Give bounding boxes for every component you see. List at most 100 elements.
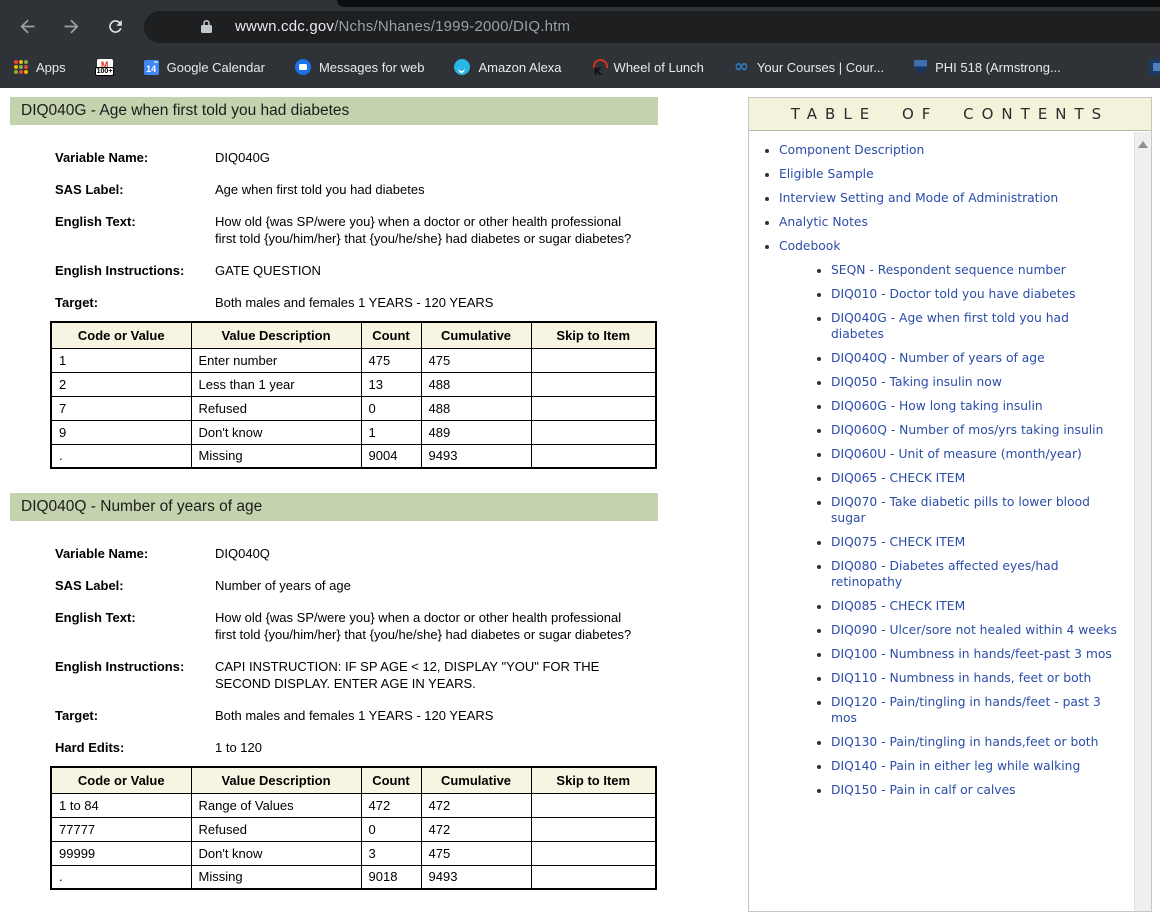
url-bar[interactable]: wwwn.cdc.gov/Nchs/Nhanes/1999-2000/DIQ.h… [144, 11, 1160, 43]
section-header-diq040q: DIQ040Q - Number of years of age [10, 493, 658, 521]
variable-details-diq040g: Variable Name:DIQ040G SAS Label:Age when… [55, 149, 658, 311]
toc-link-analytic-notes[interactable]: Analytic Notes [779, 215, 868, 229]
table-row: 1 to 84 Range of Values 472 472 [51, 793, 656, 817]
back-button[interactable] [10, 10, 44, 44]
cell-count: 9018 [361, 865, 421, 889]
toc-link-diq065[interactable]: DIQ065 - CHECK ITEM [831, 471, 965, 485]
field-value: Both males and females 1 YEARS - 120 YEA… [215, 294, 645, 311]
toc-link-diq110[interactable]: DIQ110 - Numbness in hands, feet or both [831, 671, 1091, 685]
variable-details-diq040q: Variable Name:DIQ040Q SAS Label:Number o… [55, 545, 658, 756]
toc-item: Interview Setting and Mode of Administra… [779, 190, 1121, 206]
toc-link-diq100[interactable]: DIQ100 - Numbness in hands/feet-past 3 m… [831, 647, 1112, 661]
table-row: 99999 Don't know 3 475 [51, 841, 656, 865]
toc-link-diq120[interactable]: DIQ120 - Pain/tingling in hands/feet - p… [831, 695, 1101, 725]
toc-link-diq080[interactable]: DIQ080 - Diabetes affected eyes/had reti… [831, 559, 1059, 589]
table-header-row: Code or Value Value Description Count Cu… [51, 322, 656, 348]
toc-scrollbar[interactable] [1134, 132, 1151, 911]
bookmark-courses-label: Your Courses | Cour... [757, 60, 884, 75]
browser-chrome: wwwn.cdc.gov/Nchs/Nhanes/1999-2000/DIQ.h… [0, 0, 1160, 88]
forward-button[interactable] [54, 10, 88, 44]
field-label: English Instructions: [55, 262, 215, 279]
url-text: wwwn.cdc.gov/Nchs/Nhanes/1999-2000/DIQ.h… [235, 18, 570, 35]
toc-link-diq060u[interactable]: DIQ060U - Unit of measure (month/year) [831, 447, 1082, 461]
cell-count: 0 [361, 396, 421, 420]
toc-link-eligible-sample[interactable]: Eligible Sample [779, 167, 874, 181]
toc-link-diq130[interactable]: DIQ130 - Pain/tingling in hands,feet or … [831, 735, 1098, 749]
toc-sub-item: DIQ085 - CHECK ITEM [831, 598, 1121, 614]
table-row: . Missing 9004 9493 [51, 444, 656, 468]
toc-link-component-description[interactable]: Component Description [779, 143, 924, 157]
partial-favicon[interactable] [1149, 59, 1160, 75]
cell-count: 13 [361, 372, 421, 396]
cell-count: 472 [361, 793, 421, 817]
cell-cumulative: 475 [421, 841, 531, 865]
toc-link-diq070[interactable]: DIQ070 - Take diabetic pills to lower bl… [831, 495, 1090, 525]
bookmark-apps[interactable]: Apps [14, 60, 66, 75]
field-value: 1 to 120 [215, 739, 645, 756]
cell-description: Range of Values [191, 793, 361, 817]
column-header: Value Description [191, 767, 361, 793]
bookmark-your-courses[interactable]: ∞ Your Courses | Cour... [734, 60, 884, 75]
toc-link-diq050[interactable]: DIQ050 - Taking insulin now [831, 375, 1002, 389]
toc-sub-item: DIQ140 - Pain in either leg while walkin… [831, 758, 1121, 774]
toc-link-diq085[interactable]: DIQ085 - CHECK ITEM [831, 599, 965, 613]
toc-item: Analytic Notes [779, 214, 1121, 230]
toc-link-diq060q[interactable]: DIQ060Q - Number of mos/yrs taking insul… [831, 423, 1103, 437]
field-label: Variable Name: [55, 149, 215, 166]
toc-sub-item: DIQ150 - Pain in calf or calves [831, 782, 1121, 798]
cell-cumulative: 488 [421, 396, 531, 420]
toc-sub-item: DIQ060Q - Number of mos/yrs taking insul… [831, 422, 1121, 438]
toc-item: Eligible Sample [779, 166, 1121, 182]
column-header: Skip to Item [531, 322, 656, 348]
toc-link-diq040q[interactable]: DIQ040Q - Number of years of age [831, 351, 1045, 365]
table-row: 2 Less than 1 year 13 488 [51, 372, 656, 396]
toc-link-codebook[interactable]: Codebook [779, 239, 840, 253]
cell-cumulative: 488 [421, 372, 531, 396]
cell-description: Refused [191, 396, 361, 420]
table-row: 9 Don't know 1 489 [51, 420, 656, 444]
table-of-contents-panel: TABLE OF CONTENTS Component Description … [748, 97, 1152, 912]
toc-link-interview-setting[interactable]: Interview Setting and Mode of Administra… [779, 191, 1058, 205]
field-value: CAPI INSTRUCTION: IF SP AGE < 12, DISPLA… [215, 658, 645, 692]
toc-link-diq010[interactable]: DIQ010 - Doctor told you have diabetes [831, 287, 1076, 301]
toc-item: Codebook SEQN - Respondent sequence numb… [779, 238, 1121, 798]
column-header: Code or Value [51, 767, 191, 793]
toc-link-seqn[interactable]: SEQN - Respondent sequence number [831, 263, 1066, 277]
column-header: Cumulative [421, 767, 531, 793]
cell-code: . [51, 865, 191, 889]
cell-description: Refused [191, 817, 361, 841]
bookmark-messages[interactable]: Messages for web [295, 59, 425, 75]
scroll-up-arrow-icon[interactable] [1138, 141, 1148, 148]
field-label: Variable Name: [55, 545, 215, 562]
shield-icon [914, 60, 927, 75]
back-arrow-icon [17, 16, 38, 37]
cell-code: 7 [51, 396, 191, 420]
field-value: How old {was SP/were you} when a doctor … [215, 213, 645, 247]
reload-button[interactable] [98, 10, 132, 44]
toc-item: Component Description [779, 142, 1121, 158]
bookmark-gmail[interactable]: M 100+ [96, 59, 114, 75]
toc-list: Component Description Eligible Sample In… [749, 131, 1151, 798]
cell-description: Less than 1 year [191, 372, 361, 396]
toc-link-diq150[interactable]: DIQ150 - Pain in calf or calves [831, 783, 1016, 797]
toc-link-diq090[interactable]: DIQ090 - Ulcer/sore not healed within 4 … [831, 623, 1117, 637]
bookmark-wheel-of-lunch[interactable]: K Wheel of Lunch [592, 59, 704, 76]
tab-strip [0, 0, 1160, 7]
bookmark-phi-518[interactable]: PHI 518 (Armstrong... [914, 60, 1061, 75]
toc-sub-item: DIQ050 - Taking insulin now [831, 374, 1121, 390]
toc-link-diq040g[interactable]: DIQ040G - Age when first told you had di… [831, 311, 1069, 341]
table-row: 77777 Refused 0 472 [51, 817, 656, 841]
toc-link-diq060g[interactable]: DIQ060G - How long taking insulin [831, 399, 1043, 413]
toc-title: TABLE OF CONTENTS [749, 98, 1151, 131]
column-header: Value Description [191, 322, 361, 348]
cell-count: 475 [361, 348, 421, 372]
bookmark-google-calendar[interactable]: 14 Google Calendar [144, 60, 265, 75]
toc-link-diq140[interactable]: DIQ140 - Pain in either leg while walkin… [831, 759, 1080, 773]
browser-toolbar: wwwn.cdc.gov/Nchs/Nhanes/1999-2000/DIQ.h… [0, 7, 1160, 46]
toc-link-diq075[interactable]: DIQ075 - CHECK ITEM [831, 535, 965, 549]
messages-icon [295, 59, 311, 75]
table-row: . Missing 9018 9493 [51, 865, 656, 889]
bookmark-alexa-label: Amazon Alexa [478, 60, 561, 75]
bookmark-alexa[interactable]: Amazon Alexa [454, 59, 561, 75]
codebook-table-diq040g: Code or Value Value Description Count Cu… [50, 321, 657, 469]
